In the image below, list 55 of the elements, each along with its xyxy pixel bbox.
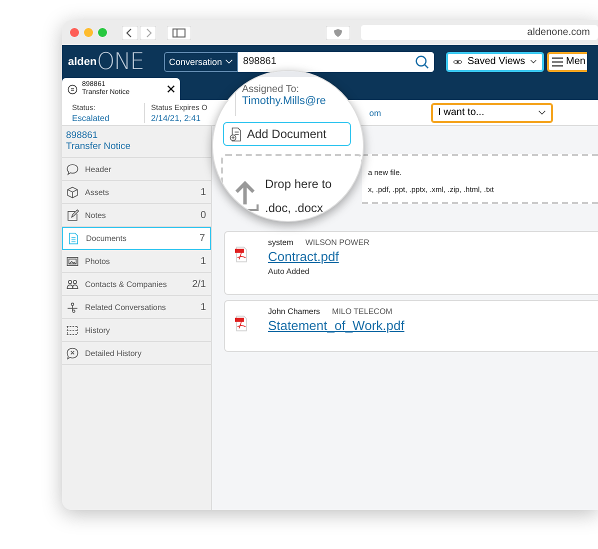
search-field[interactable]: 898861 [238,52,434,72]
menu-button[interactable]: Men [547,52,588,72]
close-icon[interactable] [167,85,175,93]
minimize-control[interactable] [84,28,93,37]
company-name: WILSON POWER [305,238,370,247]
shield-icon[interactable] [326,26,350,40]
chevron-icon [538,110,546,115]
search-scope-dropdown[interactable]: Conversation [164,52,238,72]
status-value: Escalated [72,112,110,122]
search-icon[interactable] [415,54,430,68]
sidebar-item[interactable]: Assets 1 [62,181,211,204]
sidebar-item[interactable]: Contacts & Companies 2/1 [62,273,211,296]
document-link[interactable]: Contract.pdf [268,249,370,264]
sidebar-toggle-icon[interactable] [167,26,191,40]
document-add-icon [229,126,242,142]
sidebar-item[interactable]: Related Conversations 1 [62,296,211,319]
chevron-icon [530,59,538,64]
note-icon [66,208,79,222]
address-bar[interactable]: aldenone.com [361,25,598,40]
status-value: 2/14/21, 2:41 [151,112,202,122]
sidebar-item[interactable]: Detailed History [62,342,211,365]
drop-zone-heading: Drop here to [265,177,332,191]
sidebar-item[interactable]: History [62,319,211,342]
add-document-button[interactable]: Add Document [223,122,351,146]
file-types-text: .doc, .docx [265,201,324,215]
document-note: Auto Added [268,267,310,276]
history-icon [66,324,79,336]
tree-icon [66,300,79,314]
sidebar-item[interactable]: Header [62,158,211,181]
pdf-file-icon [235,315,248,332]
conversation-title: 898861 Transfer Notice [62,126,211,158]
doc-icon [67,232,80,245]
document-link[interactable]: Statement_of_Work.pdf [268,318,404,333]
sidebar-item[interactable]: Photos 1 [62,250,211,273]
back-icon[interactable] [122,26,138,40]
sidebar-item[interactable]: Documents 7 [62,227,211,250]
assigned-to-label: Assigned To: [242,84,300,95]
saved-views-dropdown[interactable]: Saved Views [446,52,544,72]
assignee-email-fragment: om [369,108,382,118]
pdf-file-icon [235,246,248,263]
assignee-email: Timothy.Mills@re [242,95,327,107]
people-icon [66,278,79,290]
action-dropdown[interactable]: I want to... [431,102,554,122]
zoom-control[interactable] [98,28,107,37]
cube-icon [66,186,79,198]
company-name: MILO TELECOM [332,307,392,316]
eye-icon [453,58,462,66]
chat-icon [67,84,78,94]
close-control[interactable] [70,28,79,37]
chat-icon [66,162,79,176]
menu-icon [552,56,564,66]
document-author: John Chamers [268,307,320,316]
photo-icon [66,254,79,268]
document-author: system [268,238,294,247]
chevron-icon [225,59,234,64]
